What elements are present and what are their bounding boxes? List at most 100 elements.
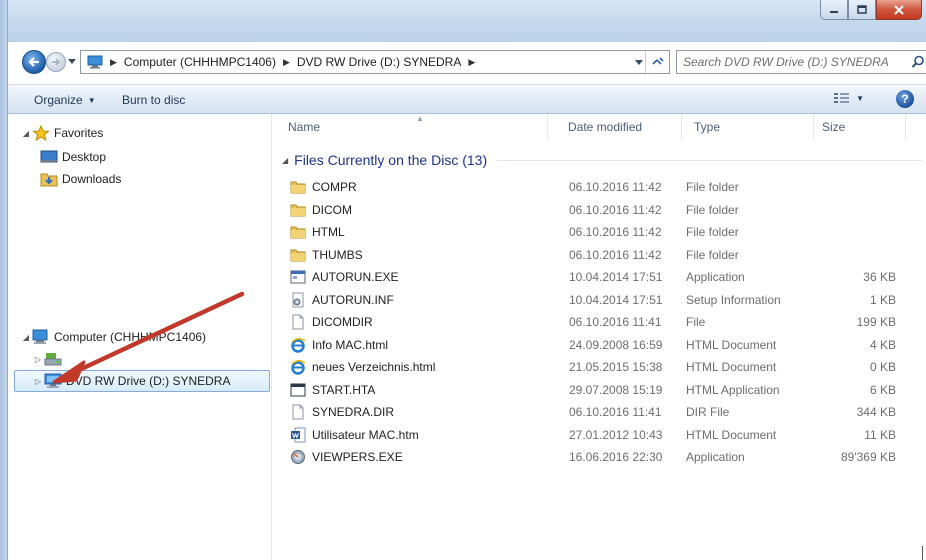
file-type: DIR File xyxy=(686,405,730,419)
column-header-name[interactable]: Name ▲ xyxy=(280,114,548,140)
file-name-cell[interactable]: neues Verzeichnis.html xyxy=(290,359,435,375)
search-icon[interactable] xyxy=(911,55,925,69)
collapse-triangle-icon[interactable]: ◢ xyxy=(282,156,288,165)
file-name-cell[interactable]: SYNEDRA.DIR xyxy=(290,404,394,420)
hta-icon xyxy=(290,382,306,398)
file-size: 199 KB xyxy=(856,315,896,329)
title-bar[interactable] xyxy=(0,0,926,42)
file-name-cell[interactable]: AUTORUN.EXE xyxy=(290,269,398,285)
inf-icon xyxy=(290,292,306,308)
file-row[interactable]: HTML 06.10.2016 11:42 File folder xyxy=(272,221,926,243)
file-name-cell[interactable]: AUTORUN.INF xyxy=(290,292,394,308)
forward-arrow-icon xyxy=(52,58,61,66)
file-row[interactable]: SYNEDRA.DIR 06.10.2016 11:41 DIR File 344 K… xyxy=(272,401,926,423)
file-row[interactable]: AUTORUN.EXE 10.04.2014 17:51 Application 36… xyxy=(272,266,926,288)
search-input[interactable] xyxy=(677,51,897,73)
file-name-cell[interactable]: DICOMDIR xyxy=(290,314,373,330)
expand-triangle-icon[interactable]: ▷ xyxy=(32,355,44,364)
back-button[interactable] xyxy=(22,50,46,74)
file-name-cell[interactable]: HTML xyxy=(290,224,345,240)
burn-to-disc-button[interactable]: Burn to disc xyxy=(122,91,185,109)
recent-pages-dropdown[interactable] xyxy=(68,57,76,65)
file-name: Utilisateur MAC.htm xyxy=(312,427,419,442)
file-row[interactable]: Utilisateur MAC.htm 27.01.2012 10:43 HTML … xyxy=(272,424,926,446)
minimize-button[interactable] xyxy=(820,0,848,20)
file-row[interactable]: Info MAC.html 24.09.2008 16:59 HTML Docume… xyxy=(272,334,926,356)
file-date: 10.04.2014 17:51 xyxy=(569,292,663,307)
command-bar: Organize ▼ Burn to disc ▼ ? xyxy=(8,84,926,114)
file-type: File folder xyxy=(686,180,739,194)
file-size: 0 KB xyxy=(869,360,896,374)
file-name-cell[interactable]: COMPR xyxy=(290,179,357,195)
file-name-cell[interactable]: START.HTA xyxy=(290,382,375,398)
file-name: START.HTA xyxy=(312,382,376,397)
address-bar[interactable]: ▶ Computer (CHHHMPC1406) ▶ DVD RW Drive … xyxy=(80,50,670,74)
file-icon xyxy=(290,404,306,420)
file-row[interactable]: COMPR 06.10.2016 11:42 File folder xyxy=(272,176,926,198)
maximize-button[interactable] xyxy=(848,0,876,20)
file-row[interactable]: neues Verzeichnis.html 21.05.2015 15:38 HT… xyxy=(272,356,926,378)
file-row[interactable]: DICOM 06.10.2016 11:42 File folder xyxy=(272,199,926,221)
file-row[interactable]: VIEWPERS.EXE 16.06.2016 22:30 Application 8… xyxy=(272,446,926,468)
file-type: File xyxy=(686,315,706,329)
forward-button[interactable] xyxy=(46,52,66,72)
folder-icon xyxy=(290,202,306,218)
file-row[interactable]: AUTORUN.INF 10.04.2014 17:51 Setup Informa… xyxy=(272,289,926,311)
file-name-cell[interactable]: Utilisateur MAC.htm xyxy=(290,427,419,443)
navigation-pane: ◢ Favorites Desktop Downloads ◢ Computer… xyxy=(8,114,272,560)
column-header-type[interactable]: Type xyxy=(686,114,814,140)
nav-item-favorites[interactable]: ◢ Favorites xyxy=(8,122,272,144)
file-name-cell[interactable]: THUMBS xyxy=(290,247,363,263)
file-name-cell[interactable]: Info MAC.html xyxy=(290,337,388,353)
nav-item-desktop[interactable]: Desktop xyxy=(8,146,272,168)
file-row[interactable]: START.HTA 29.07.2008 15:19 HTML Applicatio… xyxy=(272,379,926,401)
folder-icon xyxy=(290,224,306,240)
folder-icon xyxy=(290,247,306,263)
file-name-cell[interactable]: DICOM xyxy=(290,202,352,218)
nav-item-computer[interactable]: ◢ Computer (CHHHMPC1406) xyxy=(8,326,272,348)
address-dropdown-icon[interactable] xyxy=(635,58,643,66)
file-row[interactable]: THUMBS 06.10.2016 11:42 File folder xyxy=(272,244,926,266)
breadcrumb-dvd-drive[interactable]: DVD RW Drive (D:) SYNEDRA xyxy=(295,51,463,73)
viewer-icon xyxy=(290,449,306,465)
refresh-button[interactable] xyxy=(645,51,669,73)
breadcrumb-computer[interactable]: Computer (CHHHMPC1406) xyxy=(122,51,278,73)
file-list: Name ▲ Date modified Type Size ◢ Files C… xyxy=(272,114,926,560)
file-size: 344 KB xyxy=(856,405,896,419)
group-label: Files Currently on the Disc (13) xyxy=(294,152,488,168)
breadcrumb-separator[interactable]: ▶ xyxy=(105,57,122,68)
help-button[interactable]: ? xyxy=(896,90,914,108)
explorer-window: ▶ Computer (CHHHMPC1406) ▶ DVD RW Drive … xyxy=(0,0,926,560)
computer-icon xyxy=(87,55,103,69)
file-name-cell[interactable]: VIEWPERS.EXE xyxy=(290,449,403,465)
organize-button[interactable]: Organize ▼ xyxy=(34,91,96,109)
window-resize-edge[interactable] xyxy=(922,546,926,560)
group-header[interactable]: ◢ Files Currently on the Disc (13) xyxy=(272,148,926,172)
address-computer-icon[interactable] xyxy=(81,51,105,73)
change-view-button[interactable]: ▼ xyxy=(833,91,864,105)
word-icon xyxy=(290,427,306,443)
exe-icon xyxy=(290,269,306,285)
close-button[interactable] xyxy=(876,0,922,20)
file-date: 06.10.2016 11:41 xyxy=(569,315,662,329)
column-header-size[interactable]: Size xyxy=(814,114,906,140)
expand-triangle-icon[interactable]: ▷ xyxy=(32,377,44,386)
collapse-triangle-icon[interactable]: ◢ xyxy=(20,129,32,138)
file-name: COMPR xyxy=(312,180,357,194)
group-divider xyxy=(497,159,922,161)
column-header-date[interactable]: Date modified xyxy=(560,114,682,140)
hard-drive-icon xyxy=(44,353,62,366)
computer-icon xyxy=(32,329,48,344)
file-name: DICOM xyxy=(312,202,352,217)
nav-item-dvd-drive[interactable]: ▷ DVD RW Drive (D:) SYNEDRA xyxy=(8,370,272,392)
file-date: 27.01.2012 10:43 xyxy=(569,427,663,442)
file-row[interactable]: DICOMDIR 06.10.2016 11:41 File 199 KB xyxy=(272,311,926,333)
search-box[interactable] xyxy=(676,50,926,74)
nav-item-downloads[interactable]: Downloads xyxy=(8,168,272,190)
collapse-triangle-icon[interactable]: ◢ xyxy=(20,333,32,342)
nav-item-local-drive[interactable]: ▷ xyxy=(8,348,272,370)
breadcrumb-separator[interactable]: ▶ xyxy=(278,57,295,68)
file-name: DICOMDIR xyxy=(312,315,373,329)
column-label-size: Size xyxy=(822,120,846,134)
breadcrumb-separator[interactable]: ▶ xyxy=(463,57,480,68)
